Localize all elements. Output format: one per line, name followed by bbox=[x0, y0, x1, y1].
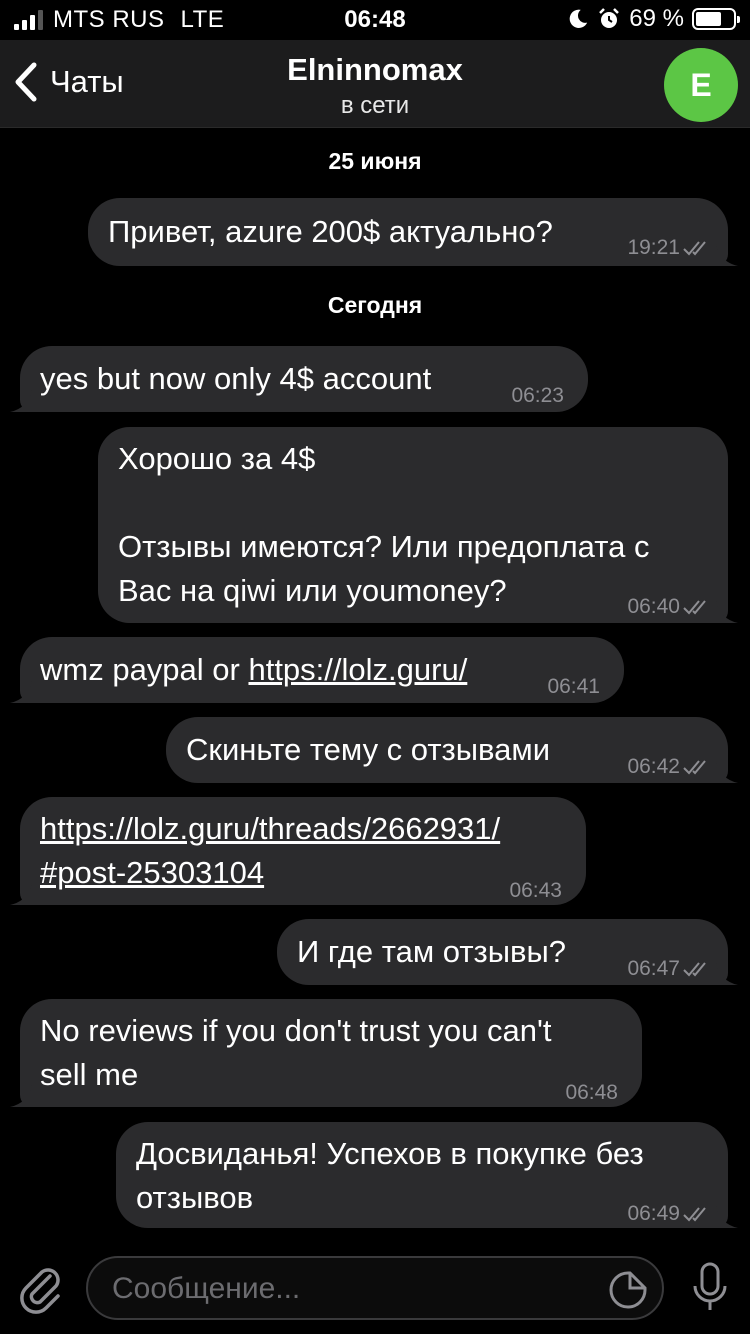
bubble-tail bbox=[716, 601, 738, 623]
chat-header: Чаты Elninnomax в сети E bbox=[0, 40, 750, 128]
message-meta: 06:48 bbox=[565, 1071, 618, 1115]
status-bar: MTS RUS LTE 06:48 69 % bbox=[0, 0, 750, 40]
message-time: 06:41 bbox=[547, 675, 600, 698]
message-line: sell me bbox=[40, 1057, 139, 1092]
message-line: Досвиданья! Успехов в покупке без bbox=[136, 1136, 644, 1171]
battery-percent: 69 % bbox=[629, 5, 684, 32]
message-text-prefix: wmz paypal or bbox=[40, 652, 249, 687]
battery-fill bbox=[696, 12, 721, 26]
message-bubble-incoming[interactable]: No reviews if you don't trust you can't … bbox=[10, 999, 642, 1107]
chat-title[interactable]: Elninnomax bbox=[0, 52, 750, 88]
battery-icon bbox=[692, 8, 740, 30]
bubble-tail bbox=[716, 761, 738, 783]
message-meta: 06:42 bbox=[627, 745, 712, 789]
message-text: И где там отзывы? bbox=[297, 934, 567, 969]
microphone-icon bbox=[693, 1262, 727, 1310]
message-time: 06:48 bbox=[565, 1081, 618, 1104]
message-meta: 06:40 bbox=[627, 585, 712, 629]
moon-icon bbox=[569, 9, 588, 28]
date-label: Сегодня bbox=[327, 292, 423, 318]
message-time: 06:40 bbox=[627, 595, 680, 618]
message-bubble-outgoing[interactable]: Досвиданья! Успехов в покупке без отзыво… bbox=[116, 1122, 738, 1228]
bubble-tail bbox=[10, 883, 32, 905]
microphone-button[interactable] bbox=[692, 1262, 728, 1319]
date-label: 25 июня bbox=[328, 148, 422, 174]
message-bubble-outgoing[interactable]: Хорошо за 4$ Отзывы имеются? Или предопл… bbox=[98, 427, 738, 623]
message-bubble-outgoing[interactable]: Скиньте тему с отзывами 06:42 bbox=[166, 717, 738, 783]
message-line: Хорошо за 4$ bbox=[118, 441, 316, 476]
double-check-icon bbox=[683, 241, 706, 256]
message-link[interactable]: #post-25303104 bbox=[40, 851, 500, 895]
bubble-tail bbox=[10, 390, 32, 412]
message-input-bar: Сообщение... bbox=[0, 1240, 750, 1334]
message-text: Привет, azure 200$ актуально? bbox=[108, 214, 553, 249]
paperclip-icon bbox=[20, 1268, 60, 1314]
message-meta: 19:21 bbox=[627, 226, 712, 270]
sticker-button[interactable] bbox=[608, 1270, 648, 1315]
avatar[interactable]: E bbox=[664, 48, 738, 122]
message-text: Досвиданья! Успехов в покупке без отзыво… bbox=[136, 1132, 644, 1220]
message-bubble-incoming[interactable]: https://lolz.guru/threads/2662931/ #post… bbox=[10, 797, 586, 905]
message-time: 06:23 bbox=[511, 384, 564, 407]
double-check-icon bbox=[683, 600, 706, 615]
message-bubble-incoming[interactable]: wmz paypal or https://lolz.guru/ 06:41 bbox=[10, 637, 624, 703]
message-link[interactable]: https://lolz.guru/threads/2662931/ bbox=[40, 807, 500, 851]
message-link[interactable]: https://lolz.guru/ bbox=[248, 652, 467, 687]
bubble-tail bbox=[716, 1206, 738, 1228]
message-time: 19:21 bbox=[627, 236, 680, 259]
message-time: 06:42 bbox=[627, 755, 680, 778]
attach-button[interactable] bbox=[20, 1262, 64, 1319]
message-text: No reviews if you don't trust you can't … bbox=[40, 1009, 552, 1097]
message-time: 06:43 bbox=[509, 879, 562, 902]
bubble-tail bbox=[716, 244, 738, 266]
double-check-icon bbox=[683, 962, 706, 977]
message-text: yes but now only 4$ account bbox=[40, 361, 432, 396]
sticker-icon bbox=[609, 1271, 647, 1309]
bubble-tail bbox=[10, 1085, 32, 1107]
message-time: 06:49 bbox=[627, 1202, 680, 1225]
message-time: 06:47 bbox=[627, 957, 680, 980]
message-placeholder: Сообщение... bbox=[112, 1272, 301, 1305]
chat-status: в сети bbox=[340, 92, 410, 119]
message-text: Хорошо за 4$ Отзывы имеются? Или предопл… bbox=[118, 437, 649, 613]
message-meta: 06:49 bbox=[627, 1192, 712, 1236]
bubble-tail bbox=[10, 681, 32, 703]
message-line: отзывов bbox=[136, 1180, 254, 1215]
message-meta: 06:23 bbox=[511, 374, 564, 418]
bubble-tail bbox=[716, 963, 738, 985]
message-meta: 06:41 bbox=[547, 665, 600, 709]
alarm-icon bbox=[599, 8, 620, 28]
message-meta: 06:47 bbox=[627, 947, 712, 991]
double-check-icon bbox=[683, 1207, 706, 1222]
message-line: Вас на qiwi или youmoney? bbox=[118, 573, 507, 608]
status-right: 69 % bbox=[567, 5, 740, 33]
message-bubble-outgoing[interactable]: И где там отзывы? 06:47 bbox=[277, 919, 738, 985]
message-text: https://lolz.guru/threads/2662931/ #post… bbox=[40, 807, 500, 895]
message-bubble-outgoing[interactable]: Привет, azure 200$ актуально? 19:21 bbox=[88, 198, 738, 266]
message-bubble-incoming[interactable]: yes but now only 4$ account 06:23 bbox=[10, 346, 588, 412]
message-text: wmz paypal or https://lolz.guru/ bbox=[40, 648, 467, 692]
message-meta: 06:43 bbox=[509, 869, 562, 913]
message-line-empty bbox=[118, 481, 649, 525]
message-text: Скиньте тему с отзывами bbox=[186, 732, 551, 767]
double-check-icon bbox=[683, 760, 706, 775]
message-line: Отзывы имеются? Или предоплата с bbox=[118, 529, 650, 564]
message-line: No reviews if you don't trust you can't bbox=[40, 1013, 552, 1048]
message-input[interactable]: Сообщение... bbox=[86, 1256, 664, 1320]
